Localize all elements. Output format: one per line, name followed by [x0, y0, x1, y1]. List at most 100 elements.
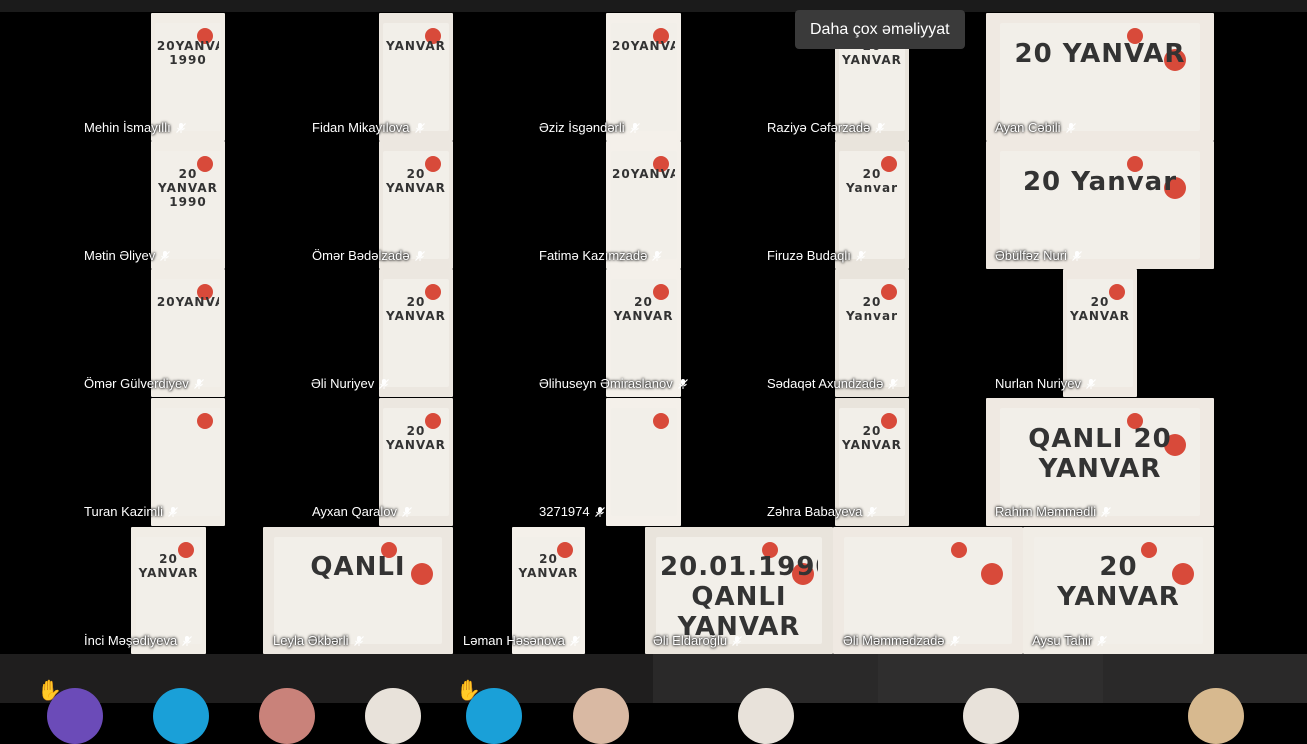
- participant-avatar[interactable]: [259, 688, 315, 744]
- poster-text: QANLI 20 YANVAR: [1028, 423, 1172, 484]
- mic-off-icon: [866, 506, 878, 518]
- mic-off-icon: [569, 635, 581, 647]
- participant-name: Aysu Tahir: [1032, 633, 1093, 648]
- raised-hand-icon: ✋: [456, 680, 481, 702]
- participant-name: Fidan Mikayılova: [312, 120, 410, 135]
- mic-off-icon: [874, 122, 886, 134]
- poster-sheet: [844, 537, 1012, 644]
- participant-name-label: Leyla Əkbərli: [273, 632, 365, 650]
- participant-name-label: Nurlan Nuriyev: [995, 375, 1097, 393]
- mic-off-icon: [414, 250, 426, 262]
- mic-off-icon: [855, 250, 867, 262]
- mic-off-icon: [1100, 506, 1112, 518]
- participant-name: Əziz İsgəndərli: [539, 120, 625, 135]
- participant-name: Firuzə Budaqlı: [767, 248, 851, 263]
- poster-text: 20 YANVAR: [1014, 38, 1186, 69]
- poster-text: 20 YANVAR: [386, 166, 446, 195]
- participant-avatar[interactable]: [963, 688, 1019, 744]
- poster-text: 20 Yanvar: [845, 166, 899, 195]
- participant-name: Sədaqət Axundzadə: [767, 376, 884, 391]
- poster-text: 20YANVAR: [156, 294, 219, 309]
- participant-name-label: Əziz İsgəndərli: [539, 119, 641, 137]
- participant-name: Əli Eldaroğlu: [653, 633, 728, 648]
- participant-name: Ömər Bədəlzadə: [312, 248, 410, 263]
- participant-name: Ayan Cəbili: [995, 120, 1061, 135]
- raised-hand-icon: ✋: [37, 680, 62, 702]
- participant-name: Əli Nuriyev: [311, 376, 375, 391]
- mic-off-icon: [1096, 635, 1108, 647]
- mic-off-icon: [159, 250, 171, 262]
- mic-off-icon: [677, 378, 689, 390]
- mic-off-icon: [1085, 378, 1097, 390]
- participant-name: Ayxan Qaralov: [312, 504, 398, 519]
- participant-name: Zəhra Babayeva: [767, 504, 863, 519]
- participant-name-label: Fidan Mikayılova: [312, 119, 426, 137]
- participant-name: Əli Məmmədzadə: [843, 633, 945, 648]
- participant-name-label: Əlihuseyn Əmiraslanov: [539, 375, 689, 393]
- participant-name-label: Əli Eldaroğlu: [653, 632, 743, 650]
- mic-off-icon: [414, 122, 426, 134]
- mic-off-icon: [594, 506, 606, 518]
- participant-name-label: Əli Məmmədzadə: [843, 632, 961, 650]
- participant-name-label: Ayxan Qaralov: [312, 503, 413, 521]
- video-grid: 20YANVAR 1990 Mehin İsmayıllı YANVAR Fidan …: [70, 13, 1220, 654]
- poster-text: QANLI: [310, 552, 406, 583]
- participant-avatar[interactable]: [153, 688, 209, 744]
- participant-name: Raziyə Cəfərzadə: [767, 120, 871, 135]
- participant-name-label: İnci Məşədiyeva: [84, 632, 193, 650]
- poster-text: 20 YANVAR: [1057, 552, 1180, 613]
- participant-avatar[interactable]: [365, 688, 421, 744]
- mic-off-icon: [401, 506, 413, 518]
- participant-name: Nurlan Nuriyev: [995, 376, 1081, 391]
- mic-off-icon: [887, 378, 899, 390]
- participant-avatar[interactable]: [573, 688, 629, 744]
- poster-text: 20YANVAR: [612, 166, 675, 181]
- mic-off-icon: [731, 635, 743, 647]
- participant-name-label: Əbülfəz Nuri: [995, 247, 1083, 265]
- poster-text: 20 Yanvar: [1022, 166, 1178, 197]
- participant-name-label: Əli Nuriyev: [311, 375, 390, 393]
- participant-name-label: Sədaqət Axundzadə: [767, 375, 899, 393]
- mic-off-icon: [629, 122, 641, 134]
- mic-off-icon: [193, 378, 205, 390]
- carnation-flower: [652, 413, 669, 430]
- mic-off-icon: [949, 635, 961, 647]
- participant-name-label: Mətin Əliyev: [84, 247, 171, 265]
- poster-text: 20 YANVAR: [613, 294, 674, 323]
- poster-text: 20 YANVAR: [386, 294, 446, 323]
- participant-name: Mehin İsmayıllı: [84, 120, 171, 135]
- participant-name-label: Ömər Gülverdiyev: [84, 375, 205, 393]
- participant-name: Rahim Məmmədli: [995, 504, 1097, 519]
- poster-text: 20 YANVAR: [1070, 294, 1130, 323]
- poster-text: 20 YANVAR: [842, 423, 902, 452]
- participant-name-label: Zəhra Babayeva: [767, 503, 878, 521]
- bottom-participant-strip: ✋ ✋: [0, 654, 1307, 744]
- participant-avatar[interactable]: [738, 688, 794, 744]
- participant-name-label: Ayan Cəbili: [995, 119, 1077, 137]
- participant-name: Leyla Əkbərli: [273, 633, 349, 648]
- participant-name: Turan Kazimli: [84, 504, 163, 519]
- participant-name-label: Raziyə Cəfərzadə: [767, 119, 886, 137]
- participant-name: Mətin Əliyev: [84, 248, 156, 263]
- participant-name: 3271974: [539, 504, 590, 519]
- participant-name-label: Mehin İsmayıllı: [84, 119, 187, 137]
- participant-name: Əbülfəz Nuri: [995, 248, 1067, 263]
- participant-name-label: Ömər Bədəlzadə: [312, 247, 426, 265]
- more-actions-tooltip: Daha çox əməliyyat: [795, 10, 965, 49]
- participant-avatar[interactable]: [1188, 688, 1244, 744]
- strip-segment-left: [0, 654, 653, 703]
- participant-name-label: Rahim Məmmədli: [995, 503, 1112, 521]
- mic-off-icon: [167, 506, 179, 518]
- participant-video[interactable]: [606, 398, 681, 526]
- mic-off-icon: [181, 635, 193, 647]
- poster-text: 20YANVAR 1990: [156, 38, 219, 67]
- participant-name-label: 3271974: [539, 503, 606, 521]
- mic-off-icon: [1071, 250, 1083, 262]
- participant-name: Əlihuseyn Əmiraslanov: [539, 376, 673, 391]
- participant-name-label: Turan Kazimli: [84, 503, 179, 521]
- poster-text: 20YANVAR: [612, 38, 675, 53]
- poster-text: 20 YANVAR: [518, 552, 579, 581]
- carnation-flower: [981, 562, 1004, 585]
- poster-text: 20 Yanvar: [845, 294, 899, 323]
- participant-name-label: Aysu Tahir: [1032, 632, 1108, 650]
